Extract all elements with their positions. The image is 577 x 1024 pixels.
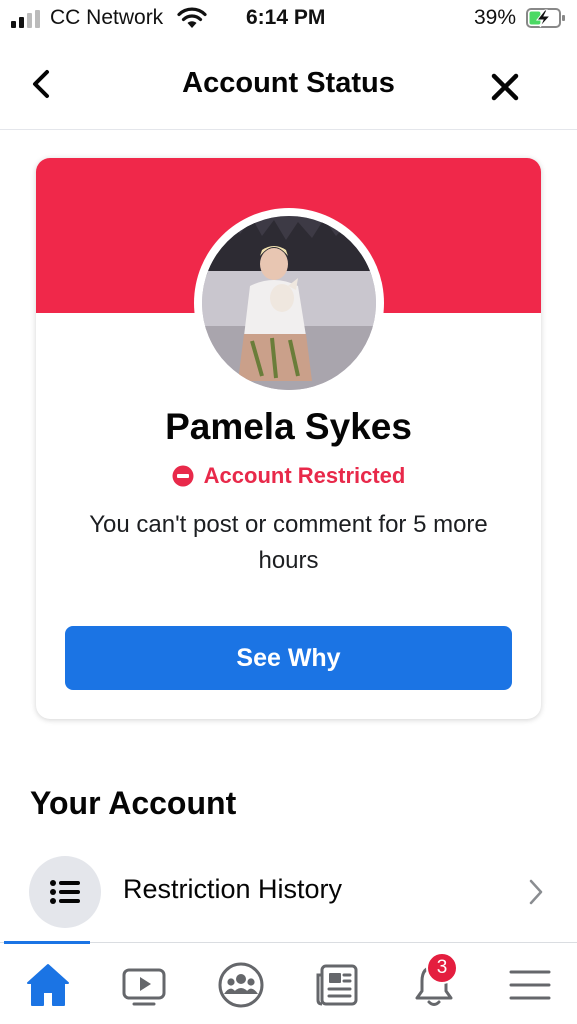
home-icon[interactable]: [24, 961, 72, 1009]
section-title: Your Account: [30, 785, 237, 821]
navigation-header: Account Status: [0, 40, 577, 130]
news-feed-icon[interactable]: [313, 961, 361, 1009]
list-icon: [50, 880, 80, 904]
profile-photo: [202, 216, 376, 390]
battery-charging-icon: [526, 8, 565, 28]
restriction-message: You can't post or comment for 5 more hou…: [89, 511, 488, 574]
carrier-name: CC Network: [50, 6, 164, 29]
video-icon[interactable]: [120, 961, 168, 1009]
user-name: Pamela Sykes: [165, 406, 412, 447]
no-entry-icon: [172, 465, 194, 487]
account-status-card: Pamela Sykes Account Restricted You can'…: [36, 158, 541, 719]
active-tab-indicator: [4, 941, 90, 944]
battery-percent: 39%: [474, 6, 517, 29]
notification-badge: 3: [426, 952, 458, 984]
menu-icon[interactable]: [506, 961, 554, 1009]
restriction-history-row[interactable]: Restriction History: [0, 846, 577, 938]
status-bar: CC Network 6:14 PM 39%: [0, 0, 577, 40]
wifi-icon: [177, 7, 207, 28]
clock: 6:14 PM: [246, 6, 326, 29]
close-button[interactable]: [487, 69, 523, 105]
status-text: Account Restricted: [203, 463, 406, 488]
bottom-tab-bar: [0, 941, 577, 1024]
chevron-right-icon: [529, 879, 543, 905]
restriction-history-label: Restriction History: [123, 874, 343, 904]
account-status-label: Account Restricted: [36, 463, 541, 489]
see-why-button[interactable]: See Why: [65, 626, 512, 690]
cellular-signal-icon: [11, 10, 40, 28]
groups-icon[interactable]: [217, 961, 265, 1009]
avatar[interactable]: [202, 216, 376, 390]
list-icon-container: [29, 856, 101, 928]
avatar-ring: [194, 208, 384, 398]
